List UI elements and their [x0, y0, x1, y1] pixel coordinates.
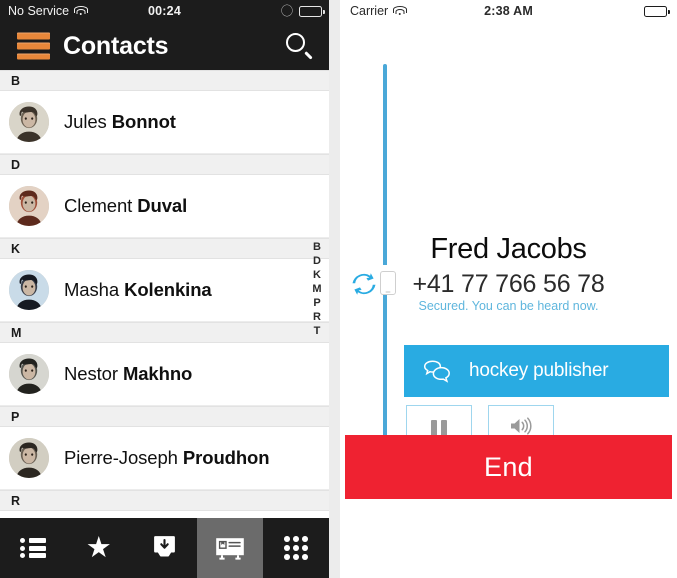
contact-card-icon	[215, 537, 245, 560]
tab-recents[interactable]	[0, 518, 66, 578]
section-header: K	[0, 238, 329, 259]
end-call-button[interactable]: End	[345, 435, 672, 499]
dialpad-icon	[284, 536, 309, 560]
section-header: B	[0, 70, 329, 91]
contact-row[interactable]: Jules Bonnot	[0, 91, 329, 154]
panel-divider	[329, 0, 340, 578]
dual-phone-screenshot: No Service 00:24 ⃝ Contacts B Jules Bonno…	[0, 0, 677, 578]
section-header: D	[0, 154, 329, 175]
index-letter[interactable]: T	[314, 326, 321, 337]
status-right-group	[644, 5, 670, 17]
tab-keypad[interactable]	[263, 518, 329, 578]
left-phone-contacts-screen: No Service 00:24 ⃝ Contacts B Jules Bonno…	[0, 0, 329, 578]
left-status-bar: No Service 00:24 ⃝	[0, 0, 329, 22]
contact-row[interactable]: Masha Kolenkina	[0, 259, 329, 322]
star-icon: ★	[85, 531, 112, 564]
status-right-group: ⃝	[293, 5, 325, 17]
avatar	[9, 354, 49, 394]
list-icon	[19, 538, 46, 558]
call-status-text: Secured. You can be heard now.	[418, 299, 599, 313]
section-header: R	[0, 490, 329, 511]
index-letter[interactable]: M	[312, 284, 321, 295]
contact-name: Clement Duval	[64, 195, 188, 216]
tab-inbox[interactable]	[132, 518, 198, 578]
contact-row[interactable]: Clement Duval	[0, 175, 329, 238]
speech-bubbles-icon	[422, 359, 452, 383]
contact-name: Jules Bonnot	[64, 111, 176, 132]
section-header: P	[0, 406, 329, 427]
callee-number: +41 77 766 56 78	[412, 270, 605, 298]
right-phone-call-screen: Carrier 2:38 AM Fred Jacobs +41 77 766 5…	[340, 0, 677, 578]
contact-row[interactable]: Pierre-Joseph Proudhon	[0, 427, 329, 490]
right-status-bar: Carrier 2:38 AM	[340, 0, 677, 22]
call-body: Fred Jacobs +41 77 766 56 78 Secured. Yo…	[340, 22, 677, 504]
contact-name: Pierre-Joseph Proudhon	[64, 447, 270, 468]
tab-bar[interactable]: ★	[0, 518, 329, 578]
index-letter[interactable]: R	[313, 312, 321, 323]
left-nav-bar: Contacts	[0, 22, 329, 70]
status-time: 2:38 AM	[484, 4, 533, 18]
index-letter[interactable]: B	[313, 242, 321, 253]
contact-name: Masha Kolenkina	[64, 279, 212, 300]
alphabet-index[interactable]: BDKMPRT	[309, 242, 325, 337]
avatar	[9, 186, 49, 226]
section-header: M	[0, 322, 329, 343]
avatar	[9, 270, 49, 310]
index-letter[interactable]: D	[313, 256, 321, 267]
contacts-list[interactable]: B Jules Bonnot D Clement Duval K Masha Kolenk…	[0, 70, 329, 518]
page-title: Contacts	[63, 31, 169, 60]
tab-contacts[interactable]	[197, 518, 264, 578]
contact-name: Nestor Makhno	[64, 363, 193, 384]
inbox-download-icon	[151, 536, 178, 560]
avatar	[9, 438, 49, 478]
battery-icon	[644, 5, 670, 17]
status-time: 00:24	[148, 4, 181, 18]
search-icon[interactable]	[285, 32, 313, 60]
tab-favorites[interactable]: ★	[66, 518, 132, 578]
callee-name: Fred Jacobs	[430, 233, 587, 265]
contact-row[interactable]: Nestor Makhno	[0, 343, 329, 406]
contact-row[interactable]: Wilhelm Reich	[0, 511, 329, 518]
hamburger-menu-icon[interactable]	[17, 32, 50, 60]
index-letter[interactable]: K	[313, 270, 321, 281]
index-letter[interactable]: P	[313, 298, 320, 309]
publisher-banner[interactable]: hockey publisher	[404, 345, 669, 397]
publisher-banner-label: hockey publisher	[469, 360, 609, 381]
end-call-label: End	[484, 451, 533, 482]
battery-icon	[299, 5, 325, 17]
avatar	[9, 102, 49, 142]
